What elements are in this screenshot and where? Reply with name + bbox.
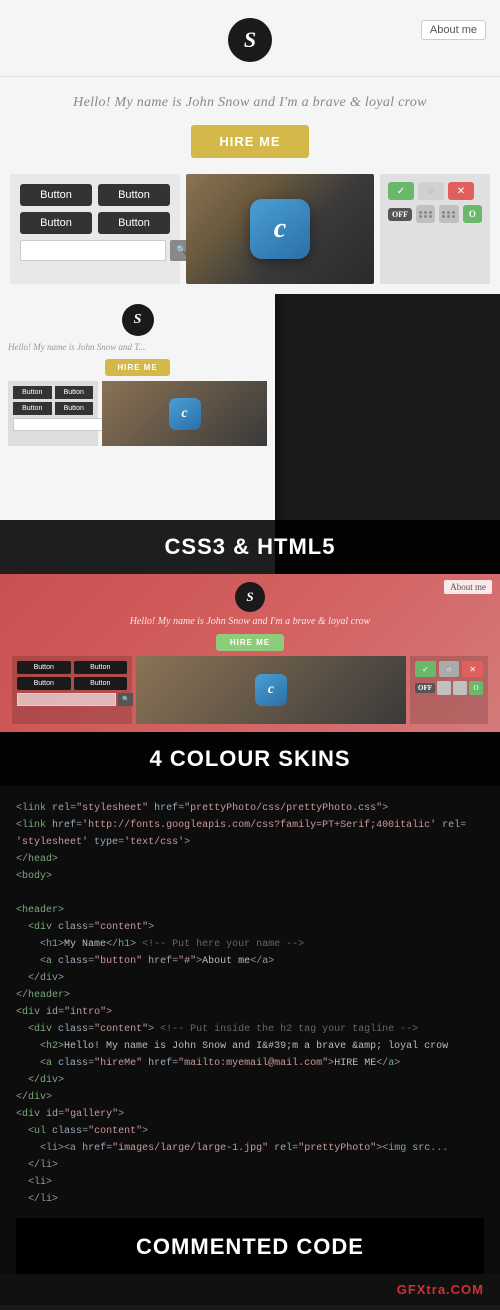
search-input[interactable] bbox=[20, 240, 166, 261]
skin1-dots-1[interactable] bbox=[437, 681, 451, 695]
photo-box: c bbox=[186, 174, 374, 284]
search-row: 🔍 bbox=[20, 240, 170, 261]
button-dark-4[interactable]: Button bbox=[98, 212, 170, 234]
button-row-1: Button Button bbox=[20, 184, 170, 206]
app-icon-letter: c bbox=[274, 213, 286, 245]
skin1-btn-1[interactable]: Button bbox=[17, 661, 71, 674]
css3-html5-section: <!a charset="UTF-8"> <tle>My Portfolio T… bbox=[0, 294, 500, 574]
button-dark-1[interactable]: Button bbox=[20, 184, 92, 206]
toggle-x[interactable]: ✕ bbox=[448, 182, 474, 200]
skin1-btn-2[interactable]: Button bbox=[74, 661, 128, 674]
toggle-off-row: OFF O bbox=[388, 205, 482, 223]
fg-photo-box: c bbox=[102, 381, 267, 446]
toggle-off[interactable]: OFF bbox=[388, 208, 412, 221]
fg-logo: S bbox=[122, 304, 154, 336]
colour-skins-section: About me S Hello! My name is John Snow a… bbox=[0, 574, 500, 786]
fg-button-1[interactable]: Button bbox=[13, 386, 52, 399]
toggle-row-1: ✓ ○ ✕ bbox=[388, 182, 482, 200]
gfxtra-watermark: GFXtra.COM bbox=[0, 1274, 500, 1305]
fg-button-3[interactable]: Button bbox=[13, 402, 52, 415]
hire-me-button[interactable]: HIRE ME bbox=[191, 125, 308, 158]
code-block: <link rel="stylesheet" href="prettyPhoto… bbox=[16, 800, 484, 1208]
skin1-app-icon: c bbox=[255, 674, 287, 706]
fg-search-input[interactable] bbox=[13, 418, 112, 431]
button-dark-2[interactable]: Button bbox=[98, 184, 170, 206]
skin1-toggle-box: ✓ ○ ✕ OFF O bbox=[410, 656, 488, 724]
skin1-search-input[interactable] bbox=[17, 693, 116, 706]
content-row: Button Button Button Button 🔍 c bbox=[0, 174, 500, 294]
section-white: S About me Hello! My name is John Snow a… bbox=[0, 0, 500, 294]
fg-tagline: Hello! My name is John Snow and T... bbox=[8, 342, 267, 352]
skin1-hire-btn[interactable]: HIRE ME bbox=[216, 634, 284, 651]
app-icon: c bbox=[250, 199, 310, 259]
button-dark-3[interactable]: Button bbox=[20, 212, 92, 234]
toggle-check[interactable]: ✓ bbox=[388, 182, 414, 200]
hire-me-wrapper: HIRE ME bbox=[0, 125, 500, 174]
toggle-dots-1[interactable] bbox=[416, 205, 435, 223]
fg-hire-wrapper: HIRE ME bbox=[8, 357, 267, 376]
skin1-btn-3[interactable]: Button bbox=[17, 677, 71, 690]
commented-code-label: COMMENTED CODE bbox=[16, 1218, 484, 1274]
toggle-circle[interactable]: ○ bbox=[418, 182, 444, 200]
skin1-photo: c bbox=[136, 656, 406, 724]
fg-button-2[interactable]: Button bbox=[55, 386, 94, 399]
skin1-dots-2[interactable] bbox=[453, 681, 467, 695]
css3-html5-label: CSS3 & HTML5 bbox=[0, 520, 500, 574]
fg-ui-box: Button Button Button Button 🔍 bbox=[8, 381, 98, 446]
ui-controls-box: Button Button Button Button 🔍 bbox=[10, 174, 180, 284]
skin1-toggle-circle[interactable]: ○ bbox=[439, 661, 460, 677]
header-bar: S About me bbox=[0, 0, 500, 77]
fg-button-4[interactable]: Button bbox=[55, 402, 94, 415]
skin1-toggle-on[interactable]: O bbox=[469, 681, 483, 695]
skin1-toggle-x[interactable]: ✕ bbox=[462, 661, 483, 677]
skin1-toggle-off[interactable]: OFF bbox=[415, 683, 435, 693]
toggle-on[interactable]: O bbox=[463, 205, 482, 223]
button-row-2: Button Button bbox=[20, 212, 170, 234]
skin1-app-letter: c bbox=[268, 682, 274, 698]
fg-content-row: Button Button Button Button 🔍 c bbox=[8, 381, 267, 446]
about-me-button[interactable]: About me bbox=[421, 20, 486, 40]
logo-icon: S bbox=[228, 18, 272, 62]
skin1-search-btn[interactable]: 🔍 bbox=[118, 693, 133, 706]
fg-hire-button[interactable]: HIRE ME bbox=[105, 359, 169, 376]
tagline-text: Hello! My name is John Snow and I'm a br… bbox=[0, 77, 500, 125]
code-section: <link rel="stylesheet" href="prettyPhoto… bbox=[0, 786, 500, 1274]
skin1-btn-4[interactable]: Button bbox=[74, 677, 128, 690]
colour-skins-label: 4 COLOUR SKINS bbox=[0, 732, 500, 786]
fg-app-icon: c bbox=[169, 398, 201, 430]
fg-app-letter: c bbox=[181, 406, 187, 422]
toggle-box: ✓ ○ ✕ OFF O bbox=[380, 174, 490, 284]
skin1-toggle-check[interactable]: ✓ bbox=[415, 661, 436, 677]
toggle-dots-2[interactable] bbox=[439, 205, 458, 223]
photo-placeholder: c bbox=[186, 174, 374, 284]
